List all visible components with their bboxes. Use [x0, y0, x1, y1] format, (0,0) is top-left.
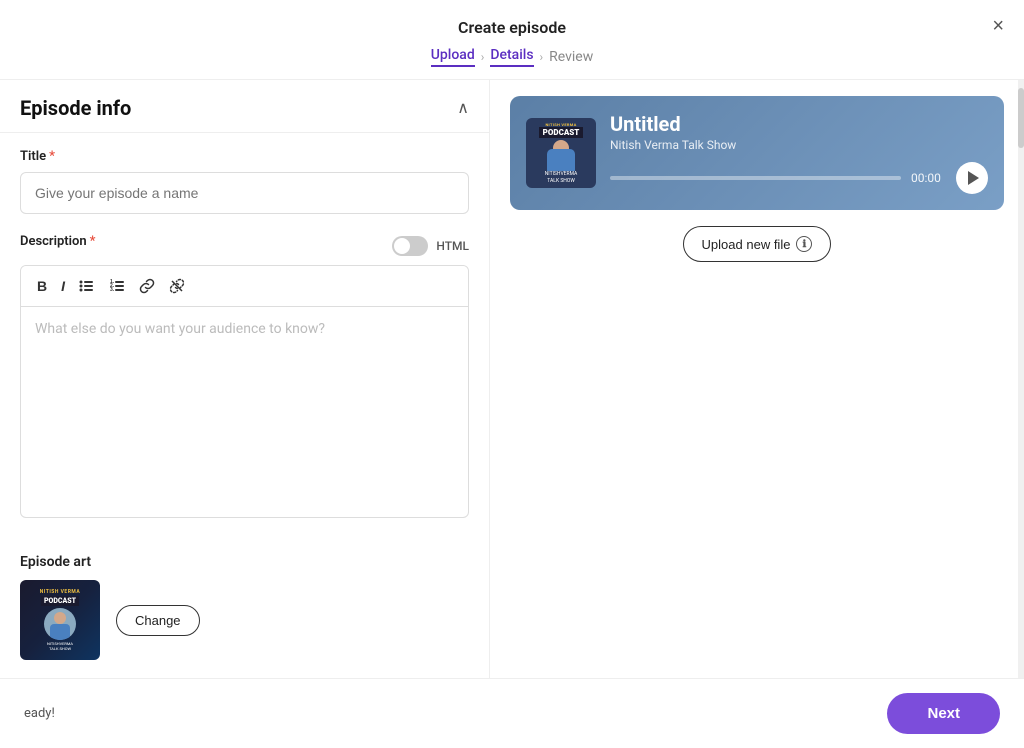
ordered-list-icon: 1. 2. 3.	[109, 278, 125, 294]
episode-art-title: Episode art	[20, 554, 469, 570]
description-required-star: *	[90, 234, 96, 249]
editor-toolbar: B I	[21, 266, 468, 307]
description-editor: B I	[20, 265, 469, 518]
svg-text:3.: 3.	[110, 287, 115, 293]
player-thumb-inner: NITISH VERMA PODCAST NITISHVERMATALK SHO…	[526, 118, 596, 188]
breadcrumb-details[interactable]: Details	[490, 47, 533, 67]
scrollbar-thumb[interactable]	[1018, 88, 1024, 148]
modal-title: Create episode	[458, 18, 566, 37]
breadcrumb-review: Review	[549, 49, 593, 65]
unlink-button[interactable]	[163, 274, 191, 298]
link-button[interactable]	[133, 274, 161, 298]
title-label: Title *	[20, 149, 469, 164]
description-label: Description *	[20, 234, 96, 249]
bullet-list-button[interactable]	[73, 274, 101, 298]
close-button[interactable]: ×	[992, 16, 1004, 36]
player-controls: 00:00	[610, 162, 988, 194]
bullet-list-icon	[79, 278, 95, 294]
thumb-head	[54, 612, 66, 624]
player-avatar-area	[541, 140, 581, 171]
title-required-star: *	[49, 149, 55, 164]
ordered-list-button[interactable]: 1. 2. 3.	[103, 274, 131, 298]
title-field-group: Title *	[20, 149, 469, 214]
italic-button[interactable]: I	[55, 274, 71, 298]
thumb-body	[50, 624, 70, 640]
collapse-button[interactable]: ∧	[457, 98, 469, 118]
change-art-button[interactable]: Change	[116, 605, 200, 636]
player-subtitle: Nitish Verma Talk Show	[610, 138, 988, 152]
player-thumb-show: NITISHVERMATALK SHOW	[545, 171, 578, 184]
thumbnail-image: NITISH VERMA PODCAST NITISHVERMATALK SHO…	[20, 580, 100, 660]
html-toggle[interactable]	[392, 236, 428, 256]
play-icon	[968, 171, 979, 185]
breadcrumb-upload[interactable]: Upload	[431, 47, 475, 67]
breadcrumb-sep-2: ›	[540, 50, 544, 64]
modal-body: Episode info ∧ Title *	[0, 80, 1024, 678]
unlink-icon	[169, 278, 185, 294]
player-body	[547, 149, 575, 171]
thumb-show-name: NITISHVERMATALK SHOW	[47, 641, 73, 651]
player-title: Untitled	[610, 112, 988, 136]
html-toggle-area: HTML	[392, 236, 469, 256]
section-title: Episode info	[20, 96, 131, 120]
player-info: Untitled Nitish Verma Talk Show 00:00	[610, 112, 988, 194]
description-placeholder: What else do you want your audience to k…	[35, 321, 325, 337]
thumb-podcast-label: PODCAST	[41, 596, 79, 606]
description-field-group: Description * HTML B I	[20, 234, 469, 518]
thumb-avatar	[44, 608, 76, 640]
player-time: 00:00	[911, 171, 946, 185]
modal-header: Create episode Upload › Details › Review…	[0, 0, 1024, 80]
bold-button[interactable]: B	[31, 274, 53, 298]
modal-footer: eady! Next	[0, 678, 1024, 748]
episode-art-row: NITISH VERMA PODCAST NITISHVERMATALK SHO…	[20, 580, 469, 660]
breadcrumb-sep-1: ›	[481, 50, 485, 64]
upload-area: Upload new file ℹ	[510, 226, 1004, 262]
breadcrumb: Upload › Details › Review	[431, 47, 594, 67]
episode-art-section: Episode art NITISH VERMA PODCAST NITISHV…	[0, 554, 489, 678]
progress-bar[interactable]	[610, 176, 901, 180]
audio-player-card: NITISH VERMA PODCAST NITISHVERMATALK SHO…	[510, 96, 1004, 210]
left-panel: Episode info ∧ Title *	[0, 80, 490, 678]
upload-new-label: Upload new file	[702, 237, 791, 252]
create-episode-modal: Create episode Upload › Details › Review…	[0, 0, 1024, 748]
title-input[interactable]	[20, 172, 469, 214]
player-thumb-podcast: PODCAST	[539, 127, 584, 138]
next-button[interactable]: Next	[887, 693, 1000, 734]
player-thumbnail: NITISH VERMA PODCAST NITISHVERMATALK SHO…	[526, 118, 596, 188]
description-header: Description * HTML	[20, 234, 469, 257]
description-input[interactable]: What else do you want your audience to k…	[21, 307, 468, 517]
modal-backdrop: Create episode Upload › Details › Review…	[0, 0, 1024, 748]
thumb-nitish-label: NITISH VERMA	[40, 589, 80, 595]
form-content: Title * Description *	[0, 133, 489, 554]
upload-info-icon: ℹ	[796, 236, 812, 252]
episode-thumbnail: NITISH VERMA PODCAST NITISHVERMATALK SHO…	[20, 580, 100, 660]
footer-status: eady!	[24, 706, 55, 721]
link-icon	[139, 278, 155, 294]
right-panel: NITISH VERMA PODCAST NITISHVERMATALK SHO…	[490, 80, 1024, 678]
scrollbar-track	[1018, 80, 1024, 678]
html-toggle-label: HTML	[436, 239, 469, 253]
play-button[interactable]	[956, 162, 988, 194]
upload-new-button[interactable]: Upload new file ℹ	[683, 226, 832, 262]
episode-info-header: Episode info ∧	[0, 80, 489, 133]
